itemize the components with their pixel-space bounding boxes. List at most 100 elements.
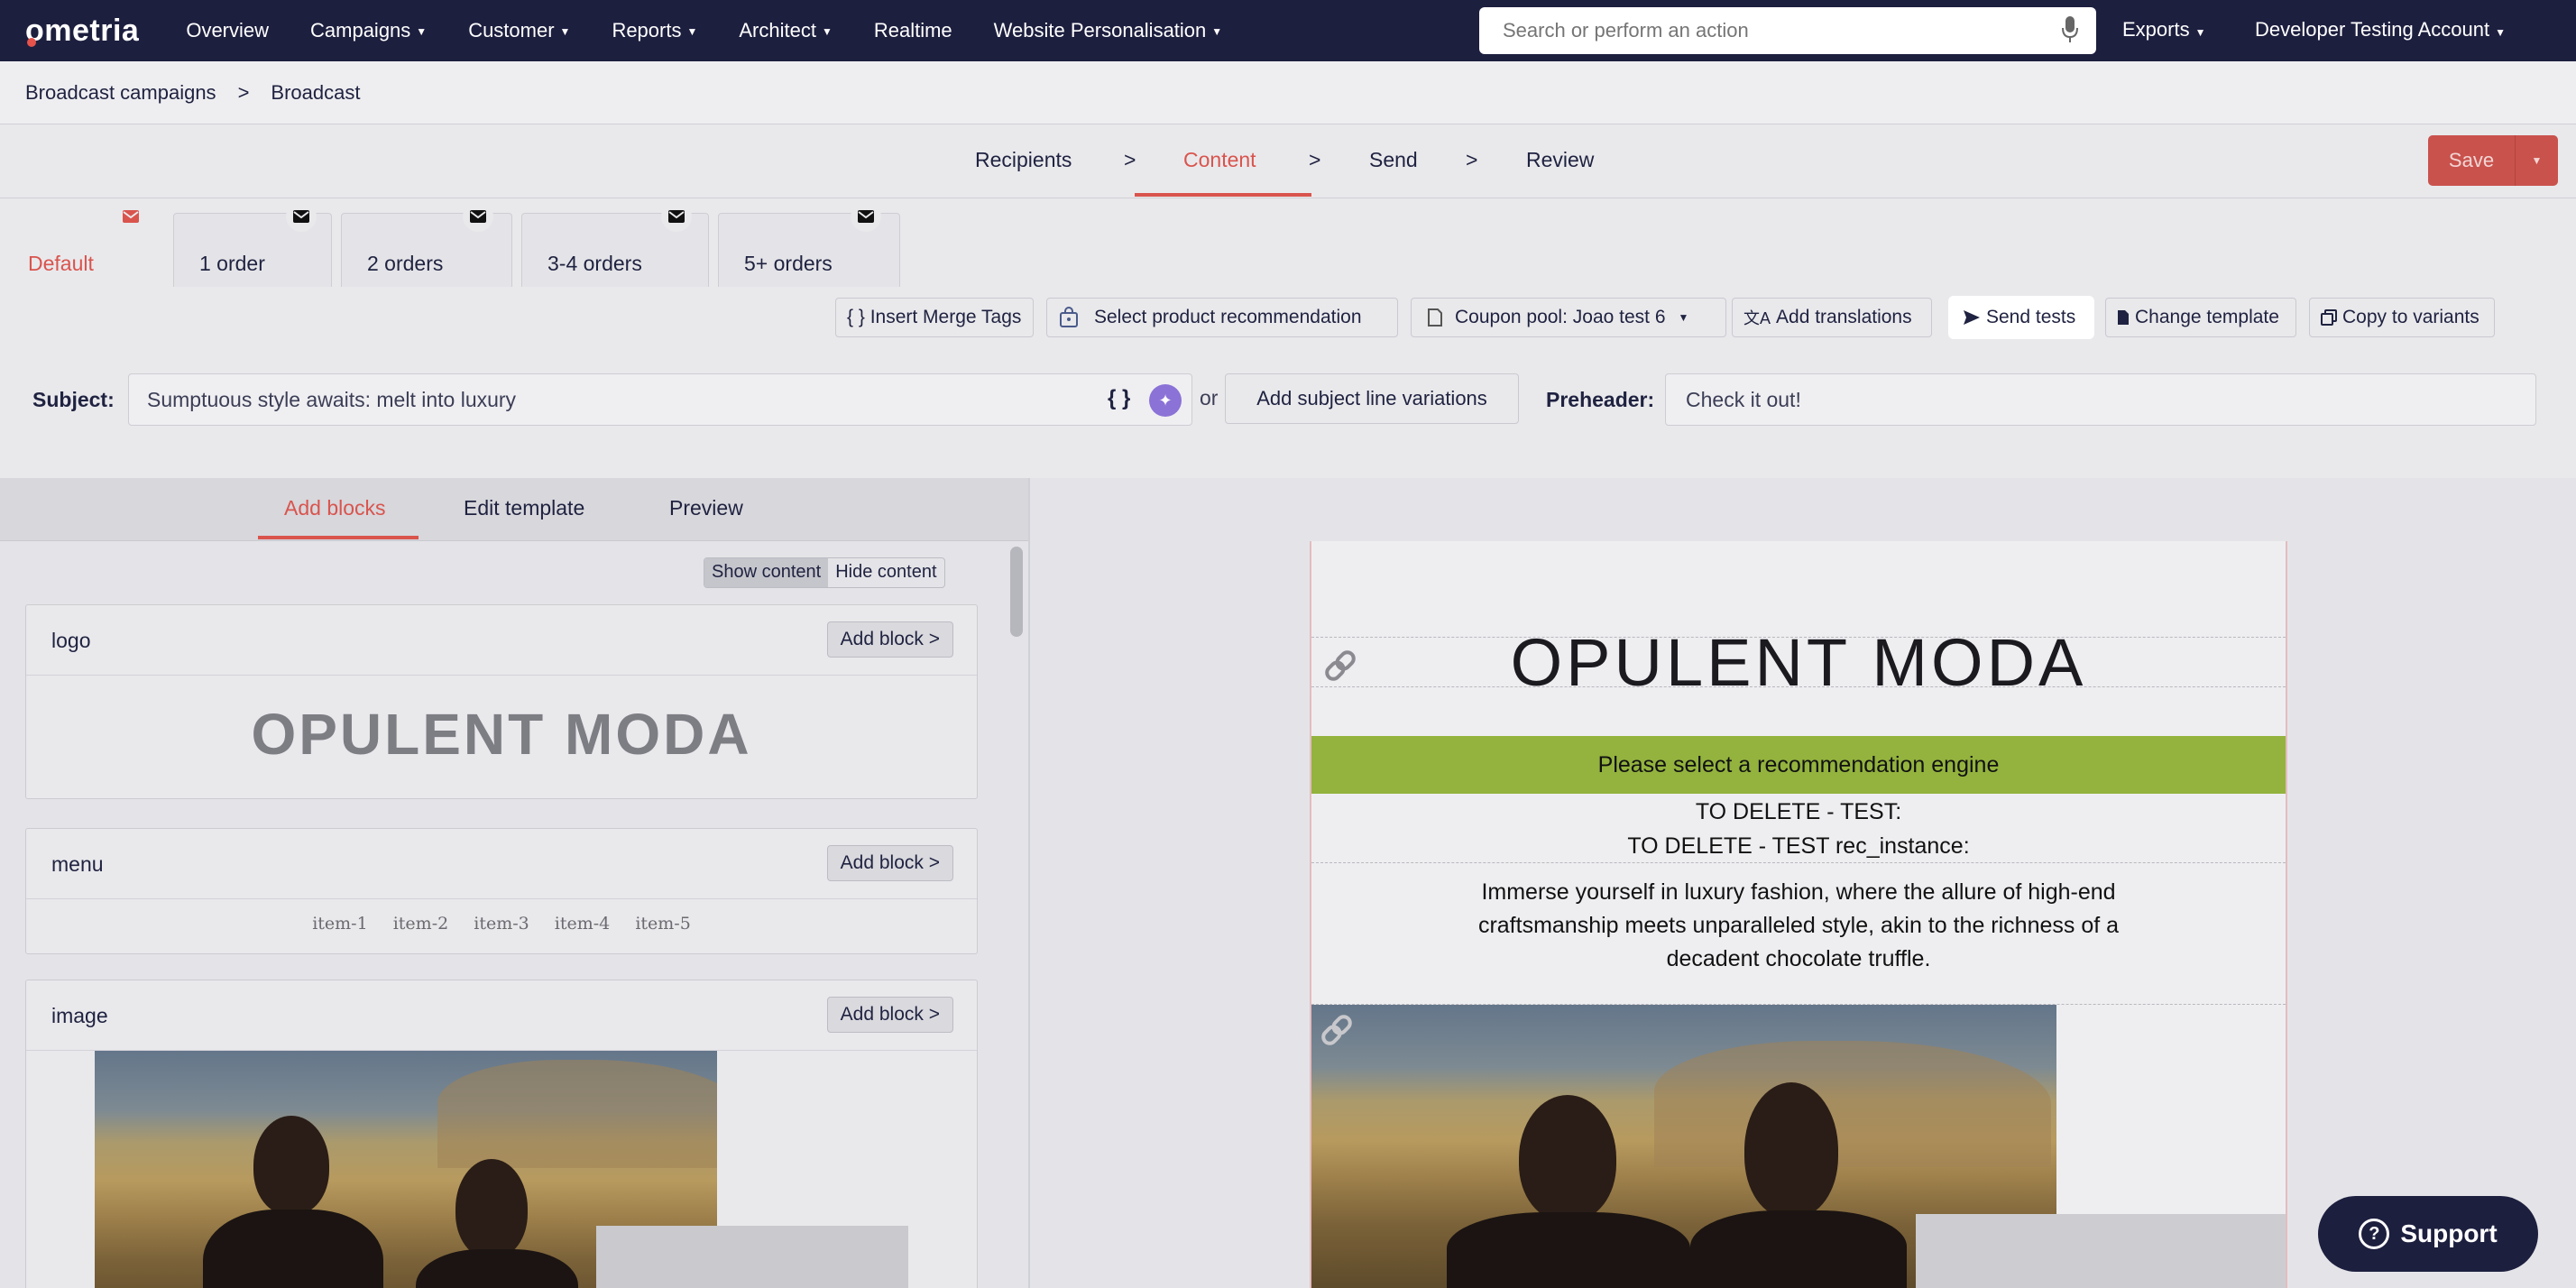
add-translations-button[interactable]: 文A Add translations — [1732, 298, 1932, 337]
subject-input[interactable]: Sumptuous style awaits: melt into luxury — [128, 373, 1192, 426]
step-separator: > — [1309, 148, 1321, 171]
exports-menu[interactable]: Exports ▼ — [2122, 18, 2205, 41]
tab-label: 1 order — [199, 252, 265, 275]
step-content[interactable]: Content — [1183, 148, 1256, 172]
scrollbar[interactable] — [1010, 547, 1023, 637]
button-label: Select product recommendation — [1094, 307, 1362, 327]
tab-3-4-orders[interactable]: 3-4 orders — [521, 201, 709, 287]
merge-tag-icon[interactable]: { } — [1108, 386, 1130, 411]
search-input[interactable] — [1503, 19, 2026, 42]
email-logo-text: OPULENT MODA — [1510, 625, 2087, 700]
support-button[interactable]: ? Support — [2318, 1196, 2538, 1272]
chevron-down-icon[interactable]: ▼ — [2516, 154, 2558, 167]
account-menu[interactable]: Developer Testing Account ▼ — [2255, 18, 2506, 41]
add-block-button[interactable]: Add block > — [826, 997, 953, 1033]
tab-label: 5+ orders — [744, 252, 833, 275]
tab-2-orders[interactable]: 2 orders — [341, 201, 512, 287]
copy-to-variants-button[interactable]: Copy to variants — [2309, 298, 2495, 337]
chevron-down-icon: ▼ — [2194, 26, 2206, 39]
nav-label: Website Personalisation — [993, 19, 1207, 41]
step-separator: > — [1124, 148, 1136, 171]
variant-tabs: Default 1 order 2 orders 3-4 orders 5+ o… — [0, 200, 2576, 287]
nav-customer[interactable]: Customer ▼ — [468, 19, 570, 42]
tab-add-blocks[interactable]: Add blocks — [284, 496, 386, 520]
link-icon[interactable] — [1315, 1008, 1358, 1052]
button-label: Coupon pool: Joao test 6 — [1455, 307, 1666, 327]
email-overlay-card — [1916, 1214, 2286, 1288]
change-template-button[interactable]: Change template — [2105, 298, 2296, 337]
or-label: or — [1200, 386, 1219, 409]
nav-label: Campaigns — [310, 19, 411, 41]
tab-5-plus-orders[interactable]: 5+ orders — [718, 201, 900, 287]
photo-overlay-card — [596, 1226, 908, 1288]
test-text-line: TO DELETE - TEST rec_instance: — [1627, 833, 1970, 859]
save-label: Save — [2448, 149, 2495, 171]
block-image: image Add block > — [25, 980, 978, 1288]
insert-merge-tags-button[interactable]: { } Insert Merge Tags — [835, 298, 1034, 337]
preheader-value: Check it out! — [1686, 387, 1801, 411]
breadcrumb: Broadcast campaigns > Broadcast — [0, 61, 2576, 124]
active-tab-indicator — [258, 536, 419, 539]
step-recipients[interactable]: Recipients — [975, 148, 1072, 172]
preheader-label: Preheader: — [1546, 388, 1655, 411]
menu-item: item-2 — [392, 914, 449, 934]
nav-campaigns[interactable]: Campaigns ▼ — [310, 19, 427, 42]
tab-label: 2 orders — [367, 252, 444, 275]
add-block-button[interactable]: Add block > — [826, 621, 953, 658]
breadcrumb-separator: > — [237, 80, 250, 104]
nav-architect[interactable]: Architect ▼ — [739, 19, 832, 42]
microphone-icon[interactable] — [2062, 16, 2078, 43]
preheader-input[interactable]: Check it out! — [1665, 373, 2536, 426]
chevron-down-icon: ▼ — [821, 25, 833, 39]
nav-reports[interactable]: Reports ▼ — [612, 19, 697, 42]
show-content-button[interactable]: Show content — [704, 558, 829, 587]
envelope-icon — [115, 201, 146, 232]
content-visibility-toggle: Show content Hide content — [704, 557, 945, 588]
nav-website-personalisation[interactable]: Website Personalisation ▼ — [994, 19, 1223, 42]
recommendation-notice: Please select a recommendation engine — [1311, 736, 2286, 794]
nav-label: Customer — [468, 19, 555, 41]
menu-item: item-5 — [635, 914, 691, 934]
select-product-recommendation-button[interactable]: Select product recommendation — [1046, 298, 1398, 337]
block-header: menu Add block > — [26, 829, 977, 899]
tab-edit-template[interactable]: Edit template — [464, 496, 584, 520]
add-block-button[interactable]: Add block > — [826, 845, 953, 881]
step-send[interactable]: Send — [1369, 148, 1418, 172]
send-tests-button[interactable]: Send tests — [1950, 298, 2093, 337]
nav-label: Overview — [186, 19, 270, 41]
photo-figure — [253, 1116, 329, 1215]
photo-figure — [416, 1249, 578, 1288]
breadcrumb-broadcast-campaigns[interactable]: Broadcast campaigns — [25, 81, 216, 105]
block-title: image — [51, 1004, 108, 1027]
block-title: menu — [51, 852, 104, 876]
support-label: Support — [2400, 1219, 2498, 1247]
chevron-down-icon: ▼ — [686, 25, 698, 39]
coupon-pool-select[interactable]: Coupon pool: Joao test 6 ▼ — [1411, 298, 1726, 337]
tab-preview[interactable]: Preview — [669, 496, 743, 520]
step-review[interactable]: Review — [1526, 148, 1594, 172]
save-button[interactable]: Save ▼ — [2428, 135, 2558, 186]
block-header: image Add block > — [26, 980, 977, 1051]
email-description-block[interactable]: Immerse yourself in luxury fashion, wher… — [1311, 862, 2286, 1005]
menu-preview: item-1 item-2 item-3 item-4 item-5 — [26, 899, 977, 934]
envelope-icon — [286, 201, 317, 232]
tab-default[interactable]: Default — [2, 201, 164, 287]
ai-sparkle-icon[interactable]: ✦ — [1149, 384, 1182, 417]
hide-content-button[interactable]: Hide content — [828, 558, 943, 587]
nav-overview[interactable]: Overview — [186, 19, 269, 42]
nav-realtime[interactable]: Realtime — [874, 19, 952, 42]
link-icon[interactable] — [1319, 644, 1362, 687]
add-subject-line-variations-button[interactable]: Add subject line variations — [1225, 373, 1519, 424]
ometria-logo[interactable]: ometria — [25, 14, 139, 49]
chevron-down-icon: ▼ — [2495, 26, 2506, 39]
tab-1-order[interactable]: 1 order — [173, 201, 332, 287]
button-label: Change template — [2135, 307, 2279, 327]
nav-label: Reports — [612, 19, 682, 41]
help-icon: ? — [2359, 1219, 2390, 1249]
global-search — [1479, 7, 2096, 54]
test-text-line: TO DELETE - TEST: — [1695, 799, 1902, 824]
photo-figure — [1447, 1212, 1690, 1288]
logo-text: ometria — [25, 13, 140, 48]
document-icon — [1428, 308, 1442, 327]
breadcrumb-broadcast: Broadcast — [271, 80, 361, 104]
